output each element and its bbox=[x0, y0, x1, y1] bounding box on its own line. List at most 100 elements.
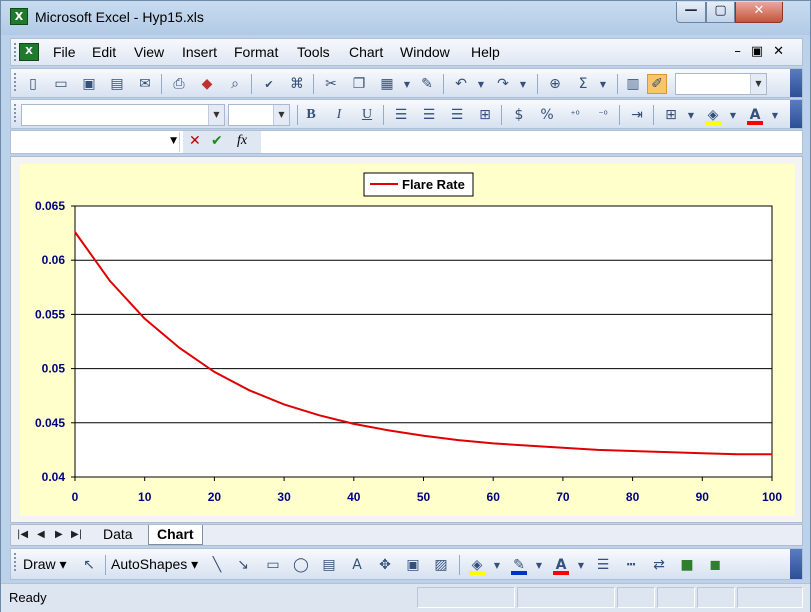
workbook-icon[interactable]: X bbox=[19, 43, 39, 61]
clip-art-icon[interactable]: ▣ bbox=[403, 555, 423, 575]
diagram-icon[interactable]: ✥ bbox=[375, 555, 395, 575]
3d-style-icon[interactable]: ◼ bbox=[705, 555, 725, 575]
align-right-icon[interactable]: ☰ bbox=[447, 105, 467, 125]
currency-icon[interactable]: $ bbox=[509, 105, 529, 125]
tab-data[interactable]: Data bbox=[95, 525, 141, 545]
paste-icon[interactable]: ▦ bbox=[377, 74, 397, 94]
shadow-style-icon[interactable]: ■ bbox=[677, 555, 697, 575]
insert-function-icon[interactable]: fx bbox=[237, 133, 247, 149]
spelling-icon[interactable]: ✔ bbox=[259, 74, 279, 94]
grip-handle[interactable] bbox=[14, 104, 17, 122]
text-box-icon[interactable]: ▤ bbox=[319, 555, 339, 575]
wordart-icon[interactable]: A bbox=[347, 555, 367, 575]
drawing-icon[interactable]: ✐ bbox=[647, 74, 667, 94]
select-objects-icon[interactable]: ↖ bbox=[79, 555, 99, 575]
tab-chart[interactable]: Chart bbox=[148, 525, 203, 545]
line-style-icon[interactable]: ☰ bbox=[593, 555, 613, 575]
chart-area[interactable]: 0.065 0.06 0.055 0.05 0.045 0.04 0 10 20 30 40 50 60… bbox=[20, 164, 795, 516]
chevron-down-icon[interactable]: ▼ bbox=[273, 105, 289, 125]
previous-sheet-icon[interactable]: ◀ bbox=[37, 529, 45, 540]
font-name-combo[interactable]: ▼ bbox=[21, 104, 225, 126]
copy-icon[interactable]: ❐ bbox=[349, 74, 369, 94]
chevron-down-icon[interactable]: ▼ bbox=[208, 105, 224, 125]
toolbar-options-button[interactable] bbox=[790, 549, 802, 579]
undo-dropdown-icon[interactable]: ▼ bbox=[471, 74, 491, 94]
hyperlink-icon[interactable]: ⊕ bbox=[545, 74, 565, 94]
line-color-dropdown-icon[interactable]: ▼ bbox=[529, 555, 549, 575]
print-preview-icon[interactable]: ⌕ bbox=[225, 74, 245, 94]
font-color-icon[interactable]: A bbox=[551, 555, 571, 575]
print-icon[interactable]: ⎙ bbox=[169, 74, 189, 94]
first-sheet-icon[interactable]: |◀ bbox=[17, 529, 28, 540]
merge-center-icon[interactable]: ⊞ bbox=[475, 105, 495, 125]
enter-icon[interactable]: ✔ bbox=[211, 133, 223, 149]
maximize-button[interactable]: ▢ bbox=[706, 2, 735, 23]
borders-dropdown-icon[interactable]: ▼ bbox=[681, 105, 701, 125]
menu-insert[interactable]: Insert bbox=[182, 44, 217, 60]
zoom-combo[interactable]: ▼ bbox=[675, 73, 767, 95]
font-color-icon[interactable]: A bbox=[745, 105, 765, 125]
oval-icon[interactable]: ◯ bbox=[291, 555, 311, 575]
italic-icon[interactable]: I bbox=[329, 105, 349, 125]
fill-color-dropdown-icon[interactable]: ▼ bbox=[487, 555, 507, 575]
pdf-icon[interactable]: ◆ bbox=[197, 74, 217, 94]
bold-icon[interactable]: B bbox=[301, 105, 321, 125]
menu-edit[interactable]: Edit bbox=[92, 44, 116, 60]
decrease-decimal-icon[interactable]: ⁻⁰ bbox=[593, 105, 613, 125]
flare-rate-chart[interactable]: 0.065 0.06 0.055 0.05 0.045 0.04 0 10 20 30 40 50 60… bbox=[20, 164, 795, 516]
draw-menu-button[interactable]: Draw ▾ bbox=[23, 556, 67, 573]
menu-view[interactable]: View bbox=[134, 44, 164, 60]
menu-chart[interactable]: Chart bbox=[349, 44, 383, 60]
chevron-down-icon[interactable]: ▼ bbox=[170, 136, 177, 146]
arrow-style-icon[interactable]: ⇄ bbox=[649, 555, 669, 575]
close-button[interactable]: ✕ bbox=[735, 2, 783, 23]
redo-dropdown-icon[interactable]: ▼ bbox=[513, 74, 533, 94]
align-center-icon[interactable]: ☰ bbox=[419, 105, 439, 125]
line-color-icon[interactable]: ✎ bbox=[509, 555, 529, 575]
autoshapes-menu-button[interactable]: AutoShapes ▾ bbox=[111, 556, 198, 573]
align-left-icon[interactable]: ☰ bbox=[391, 105, 411, 125]
next-sheet-icon[interactable]: ▶ bbox=[55, 529, 63, 540]
research-icon[interactable]: ⌘ bbox=[287, 74, 307, 94]
menu-tools[interactable]: Tools bbox=[297, 44, 330, 60]
indent-icon[interactable]: ⇥ bbox=[627, 105, 647, 125]
dash-style-icon[interactable]: ┅ bbox=[621, 555, 641, 575]
chevron-down-icon[interactable]: ▼ bbox=[750, 74, 766, 94]
last-sheet-icon[interactable]: ▶| bbox=[71, 529, 82, 540]
font-color-dropdown-icon[interactable]: ▼ bbox=[571, 555, 591, 575]
new-icon[interactable]: ▯ bbox=[23, 74, 43, 94]
font-size-combo[interactable]: ▼ bbox=[228, 104, 290, 126]
font-color-dropdown-icon[interactable]: ▼ bbox=[765, 105, 785, 125]
line-icon[interactable]: ╲ bbox=[207, 555, 227, 575]
grip-handle[interactable] bbox=[14, 553, 17, 571]
save-icon[interactable]: ▣ bbox=[79, 74, 99, 94]
document-window-controls[interactable]: –▣✕ bbox=[734, 44, 794, 59]
email-icon[interactable]: ✉ bbox=[135, 74, 155, 94]
format-painter-icon[interactable]: ✎ bbox=[417, 74, 437, 94]
rectangle-icon[interactable]: ▭ bbox=[263, 555, 283, 575]
percent-icon[interactable]: % bbox=[537, 105, 557, 125]
redo-icon[interactable]: ↷ bbox=[493, 74, 513, 94]
toolbar-options-button[interactable] bbox=[790, 69, 802, 97]
cancel-icon[interactable]: ✕ bbox=[189, 133, 201, 149]
permission-icon[interactable]: ▤ bbox=[107, 74, 127, 94]
arrow-icon[interactable]: ↘ bbox=[233, 555, 253, 575]
minimize-button[interactable]: — bbox=[676, 2, 706, 23]
menu-format[interactable]: Format bbox=[234, 44, 278, 60]
cut-icon[interactable]: ✂ bbox=[321, 74, 341, 94]
increase-decimal-icon[interactable]: ⁺⁰ bbox=[565, 105, 585, 125]
name-box[interactable]: ▼ bbox=[12, 132, 180, 152]
toolbar-options-button[interactable] bbox=[790, 100, 802, 128]
picture-icon[interactable]: ▨ bbox=[431, 555, 451, 575]
underline-icon[interactable]: U bbox=[357, 105, 377, 125]
undo-icon[interactable]: ↶ bbox=[451, 74, 471, 94]
autosum-icon[interactable]: Σ bbox=[573, 74, 593, 94]
fill-color-dropdown-icon[interactable]: ▼ bbox=[723, 105, 743, 125]
grip-handle[interactable] bbox=[14, 73, 17, 91]
menu-file[interactable]: File bbox=[53, 44, 76, 60]
open-icon[interactable]: ▭ bbox=[51, 74, 71, 94]
fill-color-icon[interactable]: ◈ bbox=[703, 105, 723, 125]
menu-window[interactable]: Window bbox=[400, 44, 450, 60]
fill-color-icon[interactable]: ◈ bbox=[467, 555, 487, 575]
paste-dropdown-icon[interactable]: ▼ bbox=[397, 74, 417, 94]
